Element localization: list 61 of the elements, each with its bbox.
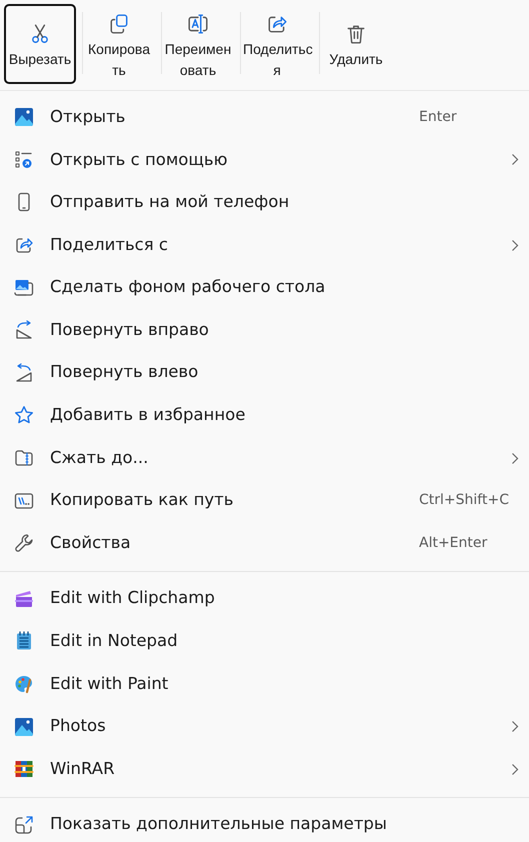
menu-item[interactable]: Сжать до...	[0, 436, 529, 480]
menu-item[interactable]: Сделать фоном рабочего стола	[0, 266, 529, 309]
expand-icon	[14, 814, 34, 835]
menu-item-label: Edit with Clipchamp	[50, 587, 215, 610]
trash-icon	[345, 23, 367, 45]
folder-zip-icon	[14, 448, 34, 468]
scissors-icon	[29, 23, 51, 45]
menu-item-label: Показать дополнительные параметры	[50, 813, 387, 836]
toolbar-button[interactable]: Поделитьс я	[241, 4, 313, 84]
menu-item-label: WinRAR	[50, 758, 115, 780]
list-icon	[14, 150, 34, 170]
toolbar-button[interactable]: Вырезать	[4, 4, 76, 84]
menu-item-label: Копировать как путь	[50, 489, 234, 512]
menu-item[interactable]: Свойства Alt+Enter	[0, 522, 529, 565]
wallpaper-icon	[14, 278, 34, 298]
menu-item[interactable]: Повернуть вправо	[0, 308, 529, 352]
menu-item-label: Повернуть вправо	[50, 318, 209, 341]
copy-icon	[108, 12, 130, 34]
toolbar-button[interactable]: Удалить	[320, 4, 392, 84]
rename-icon	[187, 12, 209, 34]
toolbar-button[interactable]: Копирова ть	[83, 4, 155, 84]
menu-item[interactable]: Повернуть влево	[0, 352, 529, 394]
menu-item-label: Edit with Paint	[50, 672, 168, 695]
menu-item[interactable]: Открыть с помощью	[0, 138, 529, 182]
notepad-icon	[14, 631, 34, 652]
clapperboard-icon	[14, 588, 34, 609]
menu-item[interactable]: Открыть Enter	[0, 96, 529, 139]
menu-item[interactable]: Показать дополнительные параметры	[0, 804, 529, 842]
menu-item[interactable]: Edit with Paint	[0, 662, 529, 706]
palette-icon	[14, 674, 34, 694]
menu-item-label: Свойства	[50, 532, 131, 554]
menu-item[interactable]: Edit in Notepad	[0, 620, 529, 663]
menu-item[interactable]: Edit with Clipchamp	[0, 578, 529, 620]
menu-item-label: Edit in Notepad	[50, 630, 178, 652]
shortcut-text: Enter	[419, 108, 458, 127]
menu-item[interactable]: WinRAR	[0, 748, 529, 790]
menu-item-label: Открыть с помощью	[50, 148, 228, 171]
shortcut-text: Ctrl+Shift+C	[419, 491, 510, 510]
menu-item-label: Повернуть влево	[50, 361, 198, 384]
wrench-icon	[14, 533, 34, 554]
path-icon	[14, 490, 34, 511]
menu-item[interactable]: Отправить на мой телефон	[0, 181, 529, 224]
shortcut-text: Alt+Enter	[419, 534, 488, 553]
rotate-right-icon	[14, 320, 34, 340]
menu-item-label: Сделать фоном рабочего стола	[50, 276, 326, 298]
picture-icon	[14, 107, 34, 128]
menu-item-label: Открыть	[50, 106, 126, 128]
star-icon	[14, 405, 34, 426]
toolbar-button[interactable]: Переимен овать	[162, 4, 234, 84]
menu-item[interactable]: Поделиться с	[0, 224, 529, 266]
books-icon	[14, 759, 34, 780]
menu-item[interactable]: Добавить в избранное	[0, 394, 529, 437]
menu-item-label: Отправить на мой телефон	[50, 191, 290, 214]
menu-item[interactable]: Photos	[0, 705, 529, 748]
menu-item-label: Сжать до...	[50, 446, 148, 469]
rotate-left-icon	[14, 362, 34, 383]
menu-item-label: Добавить в избранное	[50, 404, 246, 426]
photos-icon	[14, 716, 34, 737]
menu-item-label: Photos	[50, 715, 106, 738]
menu-item-label: Поделиться с	[50, 234, 168, 256]
menu-item[interactable]: Копировать как путь Ctrl+Shift+C	[0, 479, 529, 522]
